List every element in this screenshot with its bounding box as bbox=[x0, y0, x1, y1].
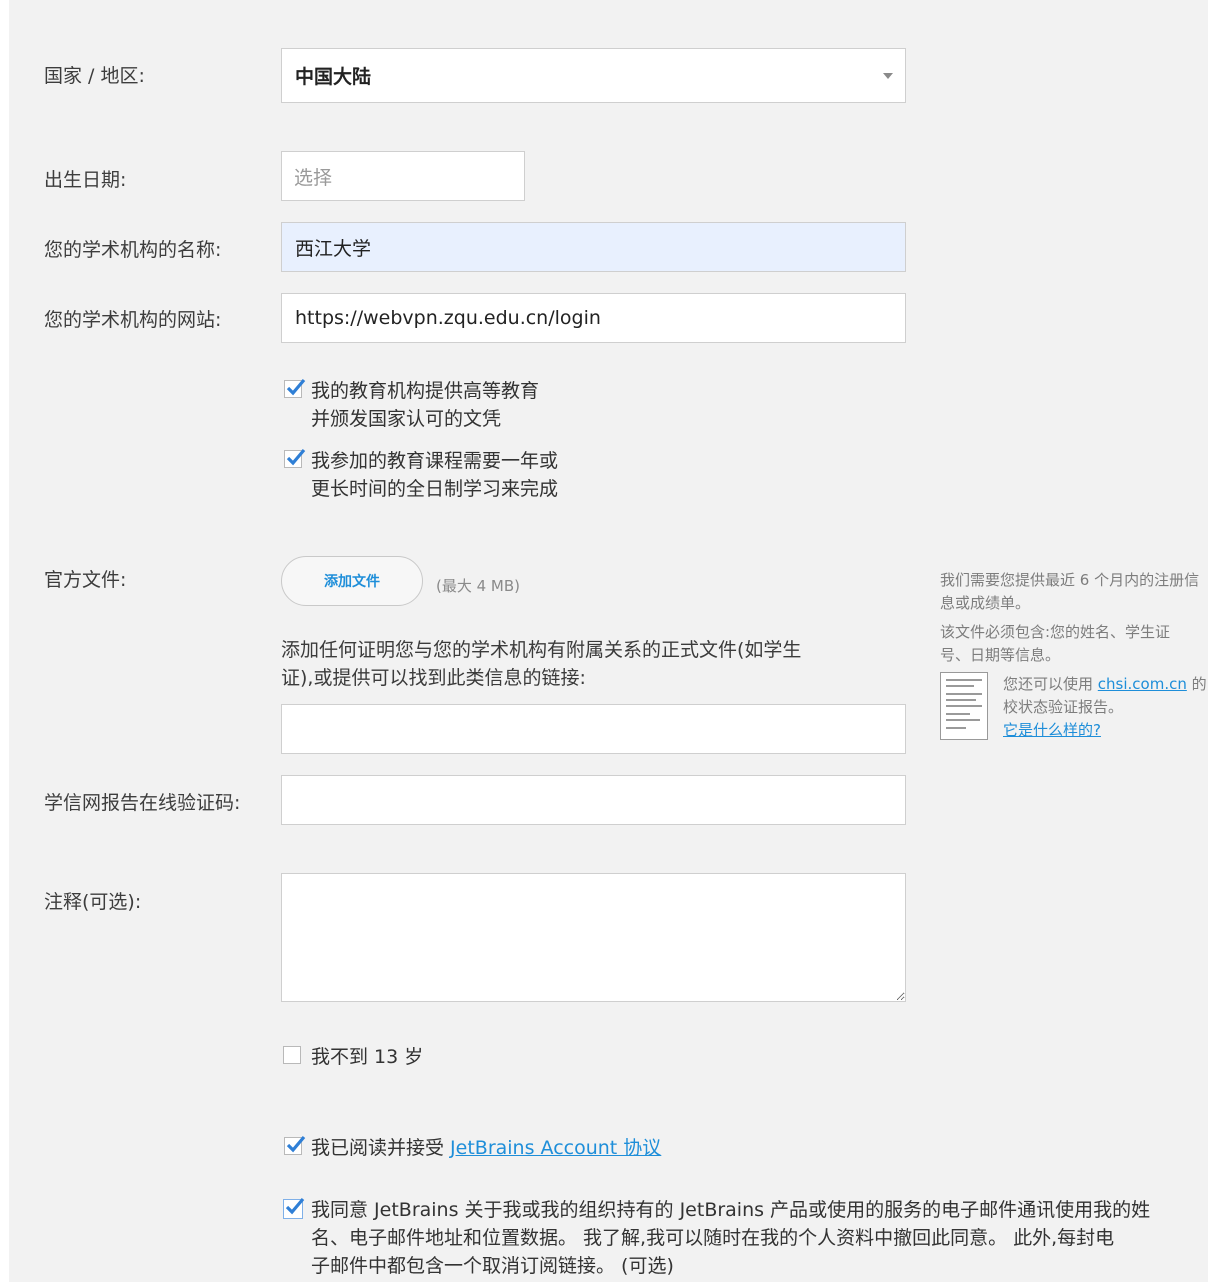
country-label: 国家 / 地区: bbox=[44, 65, 145, 87]
notes-textarea[interactable] bbox=[281, 873, 906, 1002]
add-file-button[interactable]: 添加文件 bbox=[281, 556, 423, 606]
chsi-link[interactable]: chsi.com.cn bbox=[1098, 675, 1187, 693]
higher-education-label: 我的教育机构提供高等教育 并颁发国家认可的文凭 bbox=[311, 380, 540, 430]
doc-description: 添加任何证明您与您的学术机构有附属关系的正式文件(如学生 证),或提供可以找到此… bbox=[281, 639, 802, 689]
example-link[interactable]: 它是什么样的? bbox=[1003, 721, 1101, 739]
accept-agreement-label: 我已阅读并接受 JetBrains Account 协议 bbox=[311, 1137, 662, 1159]
full-time-course-checkbox[interactable] bbox=[284, 448, 306, 468]
under-13-checkbox[interactable] bbox=[283, 1046, 301, 1064]
email-consent-checkbox[interactable] bbox=[283, 1197, 305, 1219]
accept-agreement-checkbox[interactable] bbox=[284, 1135, 306, 1155]
birthdate-placeholder: 选择 bbox=[294, 166, 333, 189]
chsi-code-label: 学信网报告在线验证码: bbox=[44, 792, 241, 814]
email-consent-label: 我同意 JetBrains 关于我或我的组织持有的 JetBrains 产品或使… bbox=[311, 1199, 1151, 1277]
jetbrains-account-agreement-link[interactable]: JetBrains Account 协议 bbox=[450, 1137, 661, 1159]
birthdate-label: 出生日期: bbox=[44, 169, 127, 191]
doc-link-input[interactable] bbox=[281, 704, 906, 754]
full-time-course-label: 我参加的教育课程需要一年或 更长时间的全日制学习来完成 bbox=[311, 450, 559, 500]
institution-site-value: https://webvpn.zqu.edu.cn/login bbox=[295, 307, 601, 329]
institution-name-value: 西江大学 bbox=[295, 237, 372, 260]
institution-site-input[interactable]: https://webvpn.zqu.edu.cn/login bbox=[281, 293, 906, 343]
institution-name-label: 您的学术机构的名称: bbox=[44, 239, 222, 261]
higher-education-checkbox[interactable] bbox=[284, 378, 306, 398]
birthdate-picker[interactable]: 选择 bbox=[281, 151, 525, 201]
notes-label: 注释(可选): bbox=[44, 891, 142, 913]
country-value: 中国大陆 bbox=[295, 66, 372, 88]
sidebar-hint: 我们需要您提供最近 6 个月内的注册信 息或成绩单。 bbox=[940, 571, 1200, 612]
max-size-hint: (最大 4 MB) bbox=[436, 577, 521, 595]
official-doc-label: 官方文件: bbox=[44, 569, 127, 591]
sidebar-requirements: 该文件必须包含:您的姓名、学生证 号、日期等信息。 bbox=[940, 623, 1171, 664]
under-13-label: 我不到 13 岁 bbox=[311, 1046, 424, 1068]
checkmark-icon bbox=[285, 1197, 305, 1215]
chsi-code-input[interactable] bbox=[281, 775, 906, 825]
chevron-down-icon bbox=[883, 73, 893, 79]
checkmark-icon bbox=[286, 378, 306, 396]
checkmark-icon bbox=[286, 448, 306, 466]
country-select[interactable]: 中国大陆 bbox=[281, 48, 906, 103]
institution-name-input[interactable]: 西江大学 bbox=[281, 222, 906, 272]
institution-site-label: 您的学术机构的网站: bbox=[44, 309, 222, 331]
document-thumbnail-icon bbox=[940, 672, 988, 740]
sidebar-chsi-note: 您还可以使用 chsi.com.cn 的 校状态验证报告。 它是什么样的? bbox=[1003, 675, 1207, 739]
checkmark-icon bbox=[286, 1135, 306, 1153]
